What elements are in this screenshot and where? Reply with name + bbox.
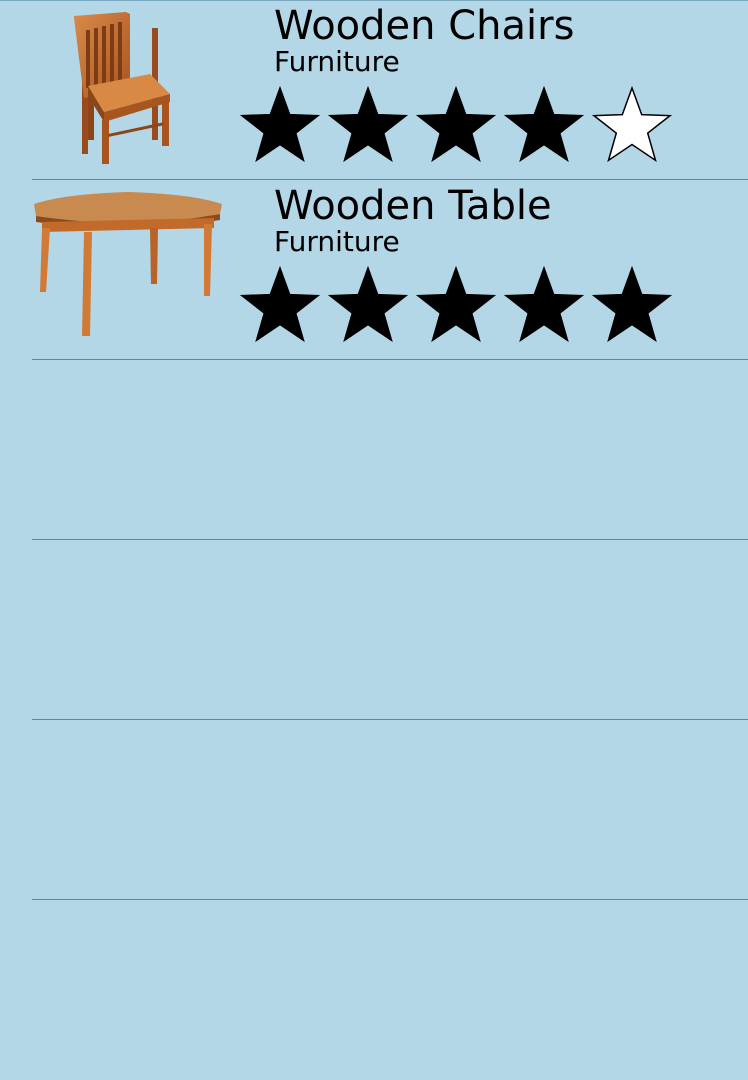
wooden-table-image <box>24 188 232 348</box>
star-filled-icon[interactable] <box>502 86 586 168</box>
star-empty-icon[interactable] <box>590 86 674 168</box>
rating-control[interactable] <box>238 266 674 348</box>
list-item[interactable]: Wooden Chairs Furniture <box>0 0 748 180</box>
empty-row <box>0 720 748 900</box>
star-filled-icon[interactable] <box>414 86 498 168</box>
star-filled-icon[interactable] <box>326 86 410 168</box>
item-category: Furniture <box>274 225 400 258</box>
star-filled-icon[interactable] <box>326 266 410 348</box>
star-filled-icon[interactable] <box>502 266 586 348</box>
star-filled-icon[interactable] <box>414 266 498 348</box>
empty-row <box>0 360 748 540</box>
wooden-chair-image <box>24 8 232 168</box>
rating-control[interactable] <box>238 86 674 168</box>
product-list[interactable]: Wooden Chairs Furniture Wooden Table Fur… <box>0 0 748 1080</box>
item-title: Wooden Table <box>274 183 552 229</box>
empty-row <box>0 540 748 720</box>
star-filled-icon[interactable] <box>238 86 322 168</box>
item-category: Furniture <box>274 45 400 78</box>
star-filled-icon[interactable] <box>590 266 674 348</box>
item-title: Wooden Chairs <box>274 3 575 49</box>
list-item[interactable]: Wooden Table Furniture <box>0 180 748 360</box>
star-filled-icon[interactable] <box>238 266 322 348</box>
empty-row <box>0 900 748 1080</box>
